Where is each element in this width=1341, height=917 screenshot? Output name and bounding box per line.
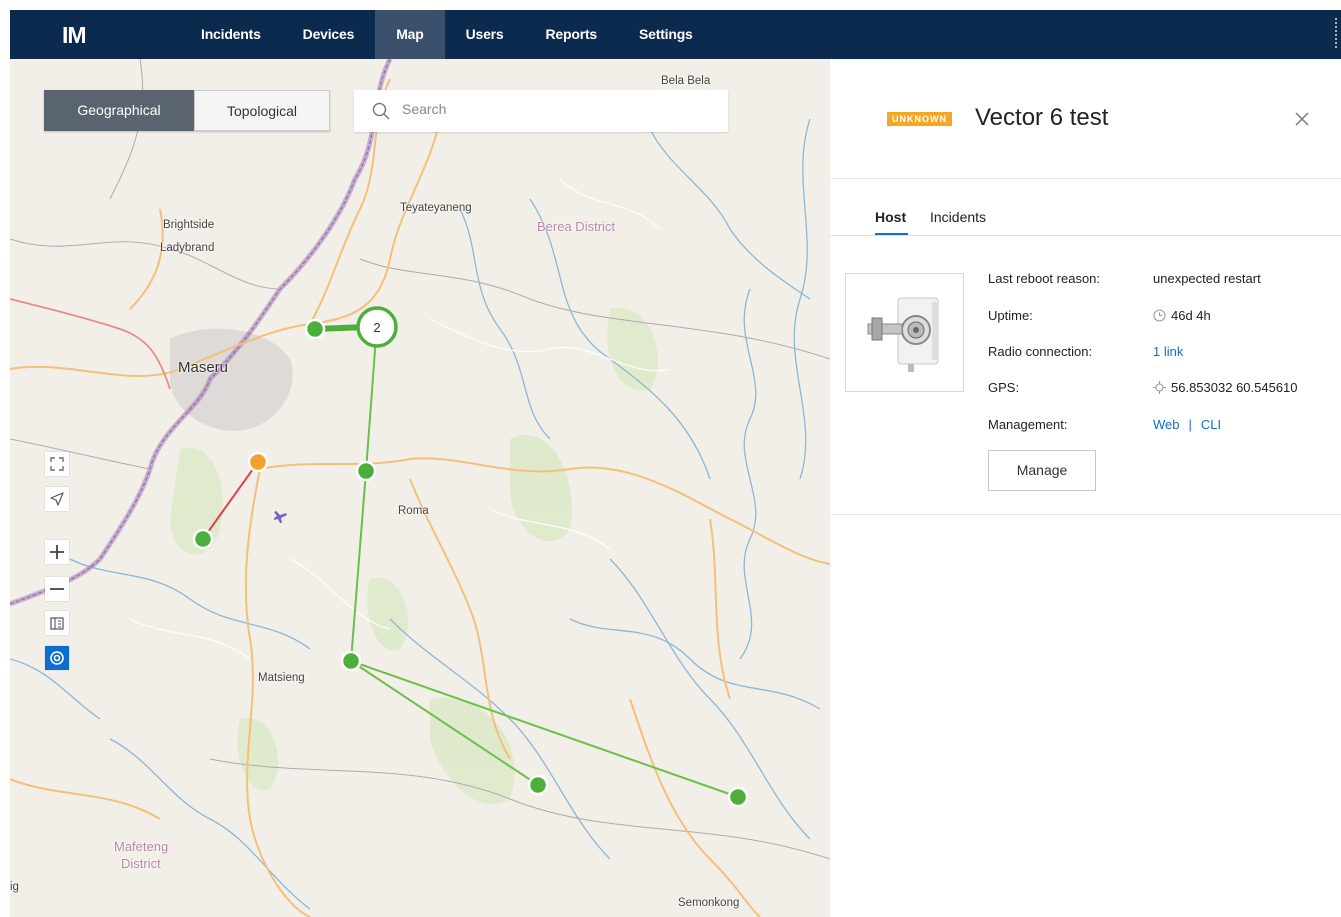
gps-label: GPS: [988, 380, 1020, 395]
header-divider [830, 178, 1341, 179]
device-node-selected[interactable] [247, 451, 269, 473]
map-label-semonkong: Semonkong [678, 897, 740, 909]
network-topology-layer: 2 [192, 306, 749, 808]
radio-connection-value: 1 link [1153, 344, 1183, 359]
plus-icon [50, 545, 64, 559]
uptime-text: 46d 4h [1171, 308, 1211, 323]
zoom-out-button[interactable] [45, 577, 69, 601]
management-cli-link[interactable]: CLI [1201, 417, 1221, 432]
management-separator: | [1188, 417, 1192, 432]
cluster-count: 2 [373, 320, 380, 335]
device-image [845, 273, 964, 392]
map-label-teyateyaneng: Teyateyaneng [400, 202, 472, 214]
map-label-brightside: Brightside [163, 219, 215, 231]
management-web-link[interactable]: Web [1153, 417, 1180, 432]
search-input[interactable] [400, 100, 704, 118]
manage-button[interactable]: Manage [988, 450, 1096, 491]
map-label-ladybrand: Ladybrand [160, 242, 215, 254]
device-details-panel: UNKNOWN Vector 6 test Host Incidents Las… [830, 59, 1341, 917]
device-node[interactable] [192, 528, 214, 550]
map-label-maseru: Maseru [178, 359, 229, 376]
link[interactable] [350, 660, 739, 798]
gps-text: 56.853032 60.545610 [1171, 380, 1298, 395]
device-node[interactable] [304, 318, 326, 340]
last-reboot-text: unexpected restart [1153, 271, 1261, 286]
map-label-roma: Roma [398, 505, 429, 517]
nav-incidents[interactable]: Incidents [180, 10, 282, 59]
last-reboot-label: Last reboot reason: [988, 271, 1101, 286]
fullscreen-icon [50, 457, 64, 471]
top-navigation-bar: IM Incidents Devices Map Users Reports S… [10, 10, 1341, 59]
geographical-view-button[interactable]: Geographical [44, 90, 194, 131]
legend-icon [50, 617, 64, 630]
navigation-arrow-icon [50, 492, 64, 506]
nav-users[interactable]: Users [445, 10, 525, 59]
main-nav: Incidents Devices Map Users Reports Sett… [180, 10, 714, 59]
map-label-bela-bela: Bela Bela [661, 75, 711, 87]
map-label-edge: ig [10, 881, 19, 893]
more-menu-icon[interactable] [1335, 18, 1341, 48]
device-node[interactable] [355, 460, 377, 482]
map-label-district: District [121, 856, 161, 871]
link[interactable] [365, 336, 377, 472]
target-icon [50, 651, 64, 665]
link[interactable] [350, 470, 367, 662]
nav-settings[interactable]: Settings [618, 10, 714, 59]
device-node[interactable] [727, 786, 749, 808]
uptime-value: 46d 4h [1153, 308, 1211, 323]
radio-connection-label: Radio connection: [988, 344, 1093, 359]
last-reboot-value: unexpected restart [1153, 271, 1261, 286]
map-view-toggle: Geographical Topological [44, 90, 330, 131]
management-label: Management: [988, 417, 1068, 432]
device-photo-icon [867, 297, 939, 372]
map-label-berea-district: Berea District [537, 219, 616, 234]
map-search [354, 90, 728, 132]
tabs-divider [830, 235, 1341, 236]
nav-reports[interactable]: Reports [525, 10, 619, 59]
close-icon[interactable] [1294, 111, 1310, 127]
management-value: Web | CLI [1153, 417, 1221, 432]
tab-incidents[interactable]: Incidents [930, 209, 986, 225]
device-node[interactable] [527, 774, 549, 796]
tab-host[interactable]: Host [875, 209, 906, 225]
app-logo[interactable]: IM [62, 22, 87, 49]
layers-button[interactable] [45, 646, 69, 670]
legend-button[interactable] [45, 611, 69, 635]
device-node[interactable] [340, 650, 362, 672]
zoom-in-button[interactable] [45, 540, 69, 564]
map-label-mafeteng: Mafeteng [114, 839, 169, 854]
search-icon [372, 102, 390, 120]
nav-devices[interactable]: Devices [282, 10, 376, 59]
uptime-label: Uptime: [988, 308, 1033, 323]
fullscreen-button[interactable] [45, 452, 69, 476]
locate-button[interactable] [45, 487, 69, 511]
map-label-matsieng: Matsieng [258, 672, 305, 684]
clock-icon [1153, 309, 1166, 322]
topological-view-button[interactable]: Topological [194, 90, 330, 131]
minus-icon [50, 588, 64, 590]
link[interactable] [350, 660, 539, 786]
radio-connection-link[interactable]: 1 link [1153, 344, 1183, 359]
gps-value: 56.853032 60.545610 [1153, 380, 1298, 395]
details-divider [830, 514, 1341, 515]
link-error[interactable] [202, 461, 259, 540]
location-target-icon [1153, 381, 1166, 394]
map-view[interactable]: 2 Bela Bela Teyateyaneng Berea District … [10, 59, 830, 917]
nav-map[interactable]: Map [375, 10, 445, 59]
device-title: Vector 6 test [975, 104, 1109, 131]
status-badge: UNKNOWN [887, 112, 952, 126]
